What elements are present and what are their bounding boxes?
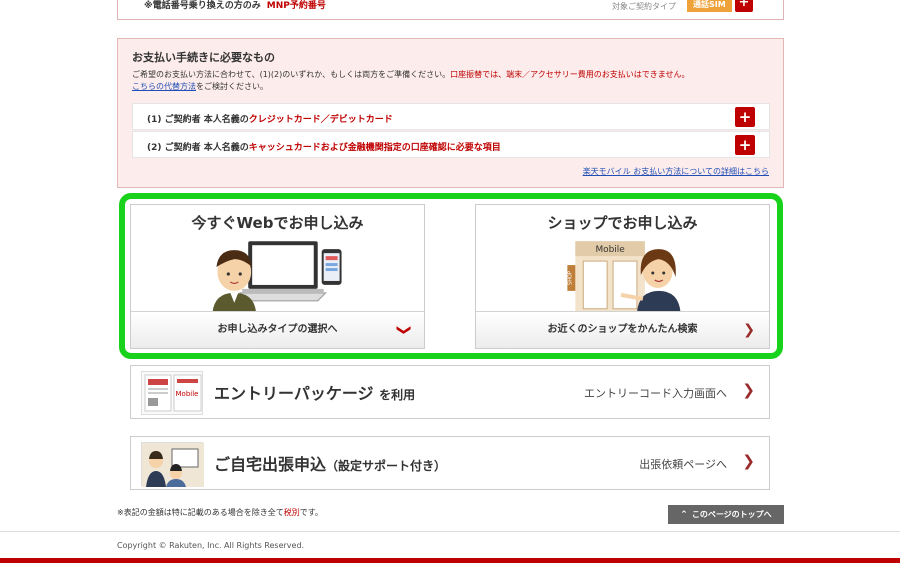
payment-details-link[interactable]: 楽天モバイル お支払い方法についての詳細はこちら: [583, 166, 769, 177]
back-to-top-button[interactable]: ⌃ このページのトップへ: [668, 505, 784, 524]
web-apply-title: 今すぐWebでお申し込み: [191, 214, 364, 232]
mnp-label: MNP予約番号: [266, 1, 326, 11]
tax-note: ※表記の金額は特に記載のある場合を除き全て税別です。: [117, 508, 323, 517]
shop-illustration-icon: Mobile SHOP: [567, 241, 681, 313]
apply-type-select-button[interactable]: お申し込みタイプの選択へ ❯: [131, 311, 424, 348]
web-apply-illustration-icon: [212, 241, 342, 313]
shop-label-text: SHOP: [567, 271, 573, 285]
entry-package-title: エントリーパッケージ を利用: [214, 384, 416, 403]
chevron-down-icon: ❯: [396, 324, 413, 336]
entry-package-thumbnail: Mobile: [141, 371, 203, 415]
payment-title: お支払い手続きに必要なもの: [132, 51, 275, 64]
home-visit-thumbnail: [141, 442, 204, 487]
payment-description: ご希望のお支払い方法に合わせて、(1)(2)のいずれか、もしくは両方をご準備くだ…: [132, 70, 690, 91]
footer-divider: [0, 531, 900, 532]
shop-search-button[interactable]: お近くのショップをかんたん検索 ❯: [476, 311, 769, 348]
chevron-right-icon: ❯: [742, 452, 755, 470]
mnp-note: ※電話番号乗り換えの方のみ MNP予約番号: [144, 1, 326, 11]
footer-red-bar: [0, 558, 900, 563]
chevron-right-icon: ❯: [742, 381, 755, 399]
contract-type-label: 対象ご契約タイプ: [612, 2, 676, 11]
web-apply-card[interactable]: 今すぐWebでお申し込み お申し込みタイプの選択へ ❯: [130, 204, 425, 349]
chevron-right-icon: ❯: [743, 322, 755, 338]
expand-plus-icon[interactable]: +: [735, 0, 753, 12]
bank-account-row[interactable]: (2) ご契約者 本人名義のキャッシュカードおよび金融機関指定の口座確認に必要な…: [132, 131, 770, 158]
credit-card-row[interactable]: (1) ご契約者 本人名義のクレジットカード／デビットカード +: [132, 103, 770, 130]
home-visit-card[interactable]: ご自宅出張申込（設定サポート付き） 出張依頼ページへ ❯: [130, 436, 770, 490]
home-visit-title: ご自宅出張申込（設定サポート付き）: [214, 455, 447, 474]
entry-code-link[interactable]: エントリーコード入力画面へ: [584, 385, 727, 401]
entry-package-card[interactable]: Mobile エントリーパッケージ を利用 エントリーコード入力画面へ ❯: [130, 365, 770, 419]
expand-plus-icon[interactable]: +: [735, 107, 755, 127]
mnp-row: ※電話番号乗り換えの方のみ MNP予約番号 対象ご契約タイプ 通話SIM +: [130, 0, 770, 16]
alternative-method-link[interactable]: こちらの代替方法: [132, 82, 196, 91]
home-visit-link[interactable]: 出張依頼ページへ: [639, 456, 727, 472]
mobile-sign-text: Mobile: [595, 245, 625, 255]
copyright: Copyright © Rakuten, Inc. All Rights Res…: [117, 541, 305, 550]
chevron-up-icon: ⌃: [680, 510, 688, 520]
shop-apply-title: ショップでお申し込み: [547, 214, 698, 232]
shop-apply-card[interactable]: ショップでお申し込み Mobile SHOP お近くのショップをかんたん検索 ❯: [475, 204, 770, 349]
svg-text:Mobile: Mobile: [176, 390, 199, 398]
payment-requirements-box: お支払い手続きに必要なもの ご希望のお支払い方法に合わせて、(1)(2)のいずれ…: [117, 38, 784, 188]
call-sim-badge: 通話SIM: [687, 0, 732, 12]
expand-plus-icon[interactable]: +: [735, 135, 755, 155]
